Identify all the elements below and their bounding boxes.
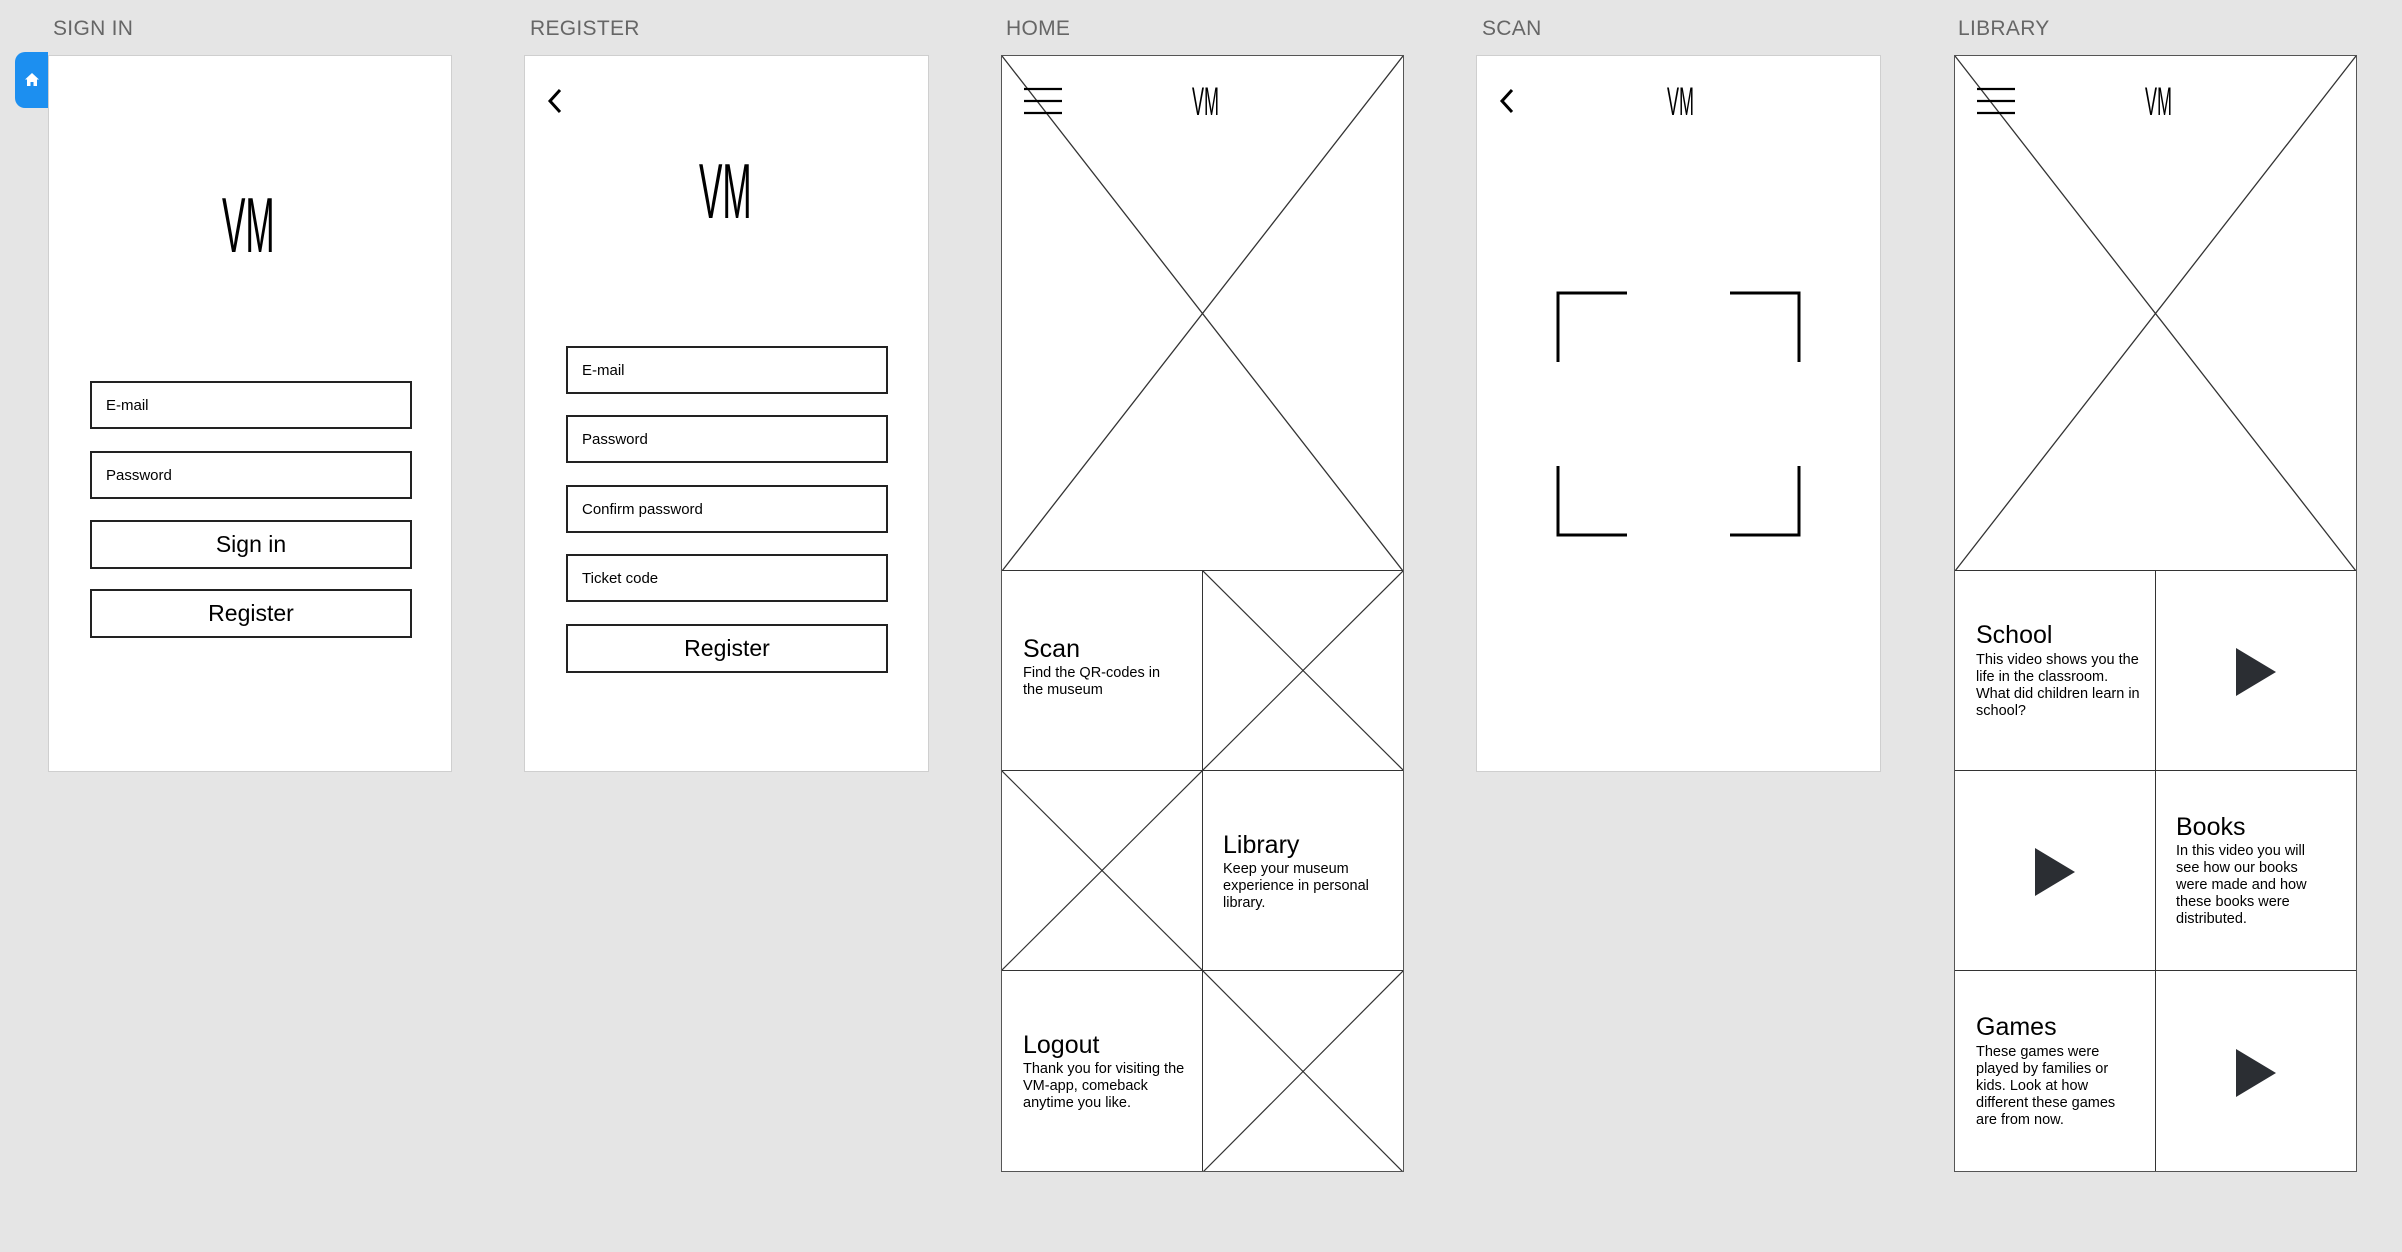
artboard-sign-in: VM E-mail Password Sign in Register [48, 55, 452, 772]
artboard-home: VM Scan Find the QR-codes in the museum … [1001, 55, 1404, 1172]
artboard-label-library: LIBRARY [1958, 17, 2050, 40]
sign-in-button[interactable]: Sign in [90, 520, 412, 569]
video-desc: These games were played by families or k… [1976, 1044, 2116, 1128]
play-icon[interactable] [2234, 646, 2278, 698]
video-title: Games [1976, 1013, 2057, 1041]
home-icon [24, 73, 39, 86]
library-tile-desc: Keep your museum experience in personal … [1223, 861, 1369, 911]
video-desc: This video shows you the life in the cla… [1976, 652, 2140, 719]
video-desc: In this video you will see how our books… [2176, 843, 2307, 927]
vm-logo: VM [1192, 80, 1219, 124]
vm-logo: VM [699, 147, 752, 235]
vm-logo: VM [1667, 80, 1694, 124]
video-school-player[interactable] [2155, 570, 2356, 771]
hero-image-placeholder [1002, 56, 1403, 571]
video-games-info: Games These games were played by familie… [1955, 970, 2156, 1171]
video-title: Books [2176, 813, 2246, 841]
vm-logo: VM [2145, 80, 2172, 124]
email-field[interactable]: E-mail [566, 346, 888, 394]
artboard-scan: VM [1476, 55, 1881, 772]
play-icon[interactable] [2234, 1047, 2278, 1099]
artboard-label-register: REGISTER [530, 17, 640, 40]
artboard-register: VM E-mail Password Confirm password Tick… [524, 55, 929, 772]
scan-tile[interactable]: Scan Find the QR-codes in the museum [1002, 570, 1203, 771]
image-placeholder [1002, 770, 1203, 971]
password-field[interactable]: Password [90, 451, 412, 499]
scan-tile-title: Scan [1023, 635, 1080, 663]
image-placeholder [1202, 970, 1403, 1171]
logout-tile[interactable]: Logout Thank you for visiting the VM-app… [1002, 970, 1203, 1171]
artboard-label-home: HOME [1006, 17, 1071, 40]
library-tile-title: Library [1223, 831, 1300, 859]
email-field[interactable]: E-mail [90, 381, 412, 429]
register-button[interactable]: Register [566, 624, 888, 673]
vm-logo: VM [222, 181, 275, 269]
hamburger-menu-icon[interactable] [1977, 86, 2017, 116]
qr-scan-frame-icon [1556, 291, 1801, 537]
video-books-player[interactable] [1955, 770, 2156, 971]
video-books-info: Books In this video you will see how our… [2155, 770, 2356, 971]
register-button[interactable]: Register [90, 589, 412, 638]
video-title: School [1976, 621, 2053, 649]
back-chevron-icon[interactable] [545, 86, 567, 116]
hamburger-menu-icon[interactable] [1024, 86, 1064, 116]
video-games-player[interactable] [2155, 970, 2356, 1171]
back-chevron-icon[interactable] [1497, 86, 1519, 116]
confirm-password-field[interactable]: Confirm password [566, 485, 888, 533]
library-tile[interactable]: Library Keep your museum experience in p… [1202, 770, 1403, 971]
ticket-code-field[interactable]: Ticket code [566, 554, 888, 602]
image-placeholder [1202, 570, 1403, 771]
scan-tile-desc: Find the QR-codes in the museum [1023, 665, 1161, 698]
home-artboard-marker[interactable] [15, 52, 48, 108]
logout-tile-title: Logout [1023, 1031, 1100, 1059]
play-icon[interactable] [2033, 846, 2077, 898]
artboard-library: VM School This video shows you the life … [1954, 55, 2357, 1172]
artboard-label-sign-in: SIGN IN [53, 17, 134, 40]
password-field[interactable]: Password [566, 415, 888, 463]
logout-tile-desc: Thank you for visiting the VM-app, comeb… [1023, 1061, 1185, 1111]
hero-image-placeholder [1955, 56, 2356, 571]
video-school-info: School This video shows you the life in … [1955, 570, 2156, 771]
artboard-label-scan: SCAN [1482, 17, 1542, 40]
